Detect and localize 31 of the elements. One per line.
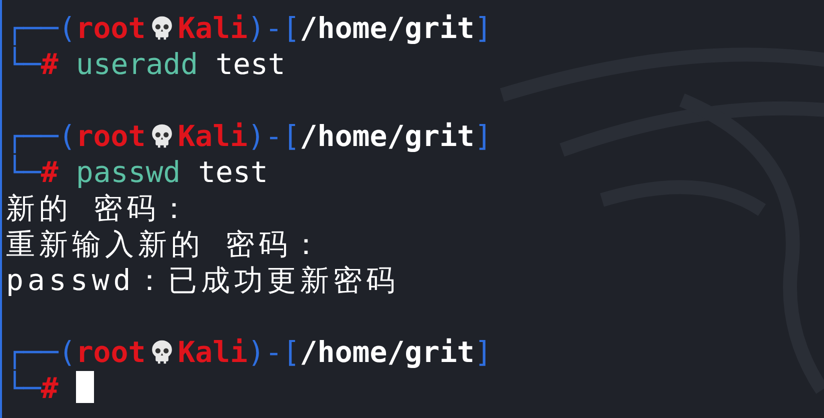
path-text: /home/grit bbox=[300, 335, 475, 369]
path-text: /home/grit bbox=[300, 119, 475, 153]
frame-text: ┌──( bbox=[6, 335, 76, 369]
frame-text: └─ bbox=[6, 47, 41, 81]
path-text: /home/grit bbox=[300, 11, 475, 45]
frame-text: ] bbox=[474, 335, 492, 369]
user-name: root bbox=[76, 119, 146, 153]
frame-text: ] bbox=[474, 119, 492, 153]
frame-text: ] bbox=[474, 11, 492, 45]
frame-text: ┌──( bbox=[6, 11, 76, 45]
host-name: Kali bbox=[178, 119, 248, 153]
output-line: passwd：已成功更新密码 bbox=[6, 263, 399, 297]
frame-text: ┌──( bbox=[6, 119, 76, 153]
output-line: 新的 密码： bbox=[6, 191, 192, 225]
frame-text: )-[ bbox=[248, 335, 300, 369]
prompt-symbol: # bbox=[40, 155, 58, 189]
frame-text: └─ bbox=[6, 155, 41, 189]
frame-text: )-[ bbox=[248, 11, 300, 45]
frame-text: )-[ bbox=[248, 119, 300, 153]
command-name: useradd bbox=[76, 47, 198, 81]
user-name: root bbox=[76, 335, 146, 369]
host-name: Kali bbox=[178, 335, 248, 369]
prompt-symbol: # bbox=[40, 47, 58, 81]
command-name: passwd bbox=[76, 155, 181, 189]
host-name: Kali bbox=[178, 11, 248, 45]
prompt-symbol: # bbox=[40, 371, 58, 405]
user-name: root bbox=[76, 11, 146, 45]
frame-text: └─ bbox=[6, 371, 41, 405]
output-line: 重新输入新的 密码： bbox=[6, 227, 324, 261]
command-argument: test bbox=[216, 47, 286, 81]
command-argument: test bbox=[198, 155, 268, 189]
